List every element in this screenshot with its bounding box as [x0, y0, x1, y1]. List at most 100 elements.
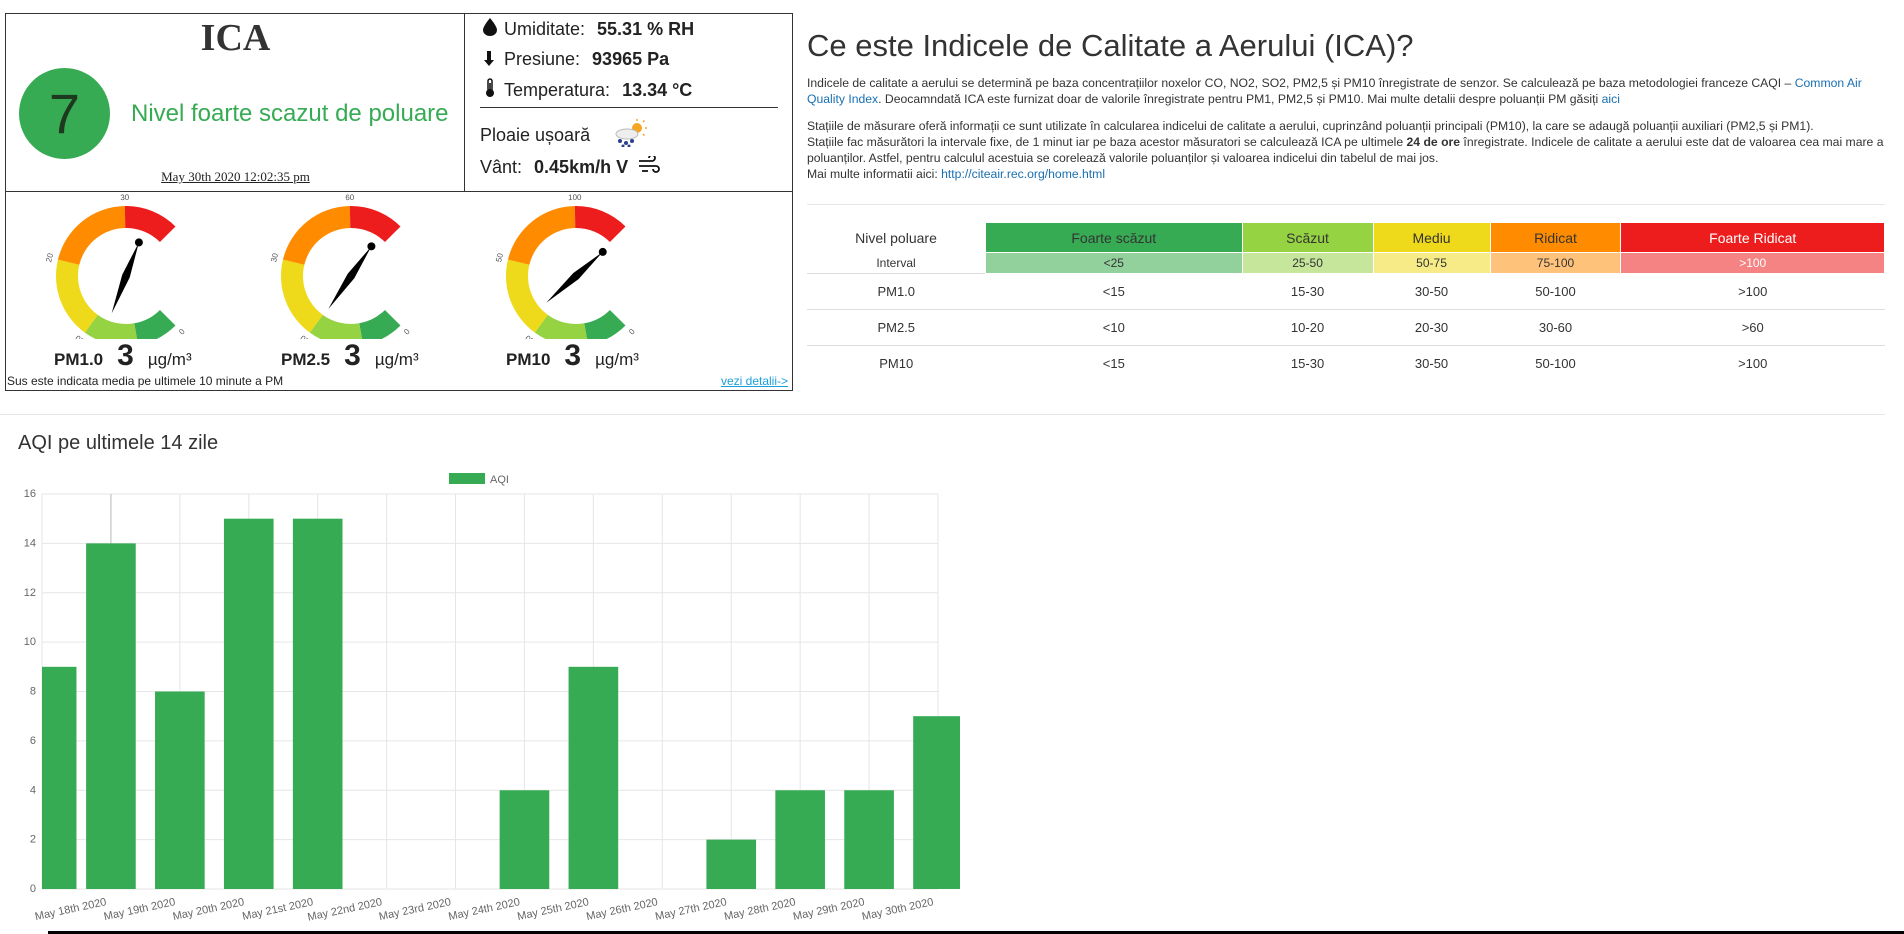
y-tick-label: 6 [30, 735, 36, 747]
info-paragraph-2: Stațiile de măsurare oferă informații ce… [807, 118, 1885, 182]
x-tick-label: May 26th 2020 [585, 896, 659, 923]
ica-level-text: Nivel foarte scazut de poluare [131, 100, 449, 127]
info-text: . Deocamndată ICA este furnizat doar de … [878, 92, 1602, 106]
temperature-value: 13.34 °C [622, 80, 693, 100]
wind-value: 0.45km/h V [534, 157, 629, 177]
gauge-band [574, 206, 626, 243]
table-cell: <15 [985, 273, 1243, 310]
table-cell: 50-100 [1490, 273, 1621, 310]
gauge-band [55, 259, 98, 333]
gauge-value: 3 [344, 339, 361, 372]
x-tick-label: May 21st 2020 [241, 896, 314, 923]
citeair-link[interactable]: http://citeair.rec.org/home.html [941, 167, 1105, 181]
interval-cell: >100 [1620, 252, 1885, 274]
x-tick-label: May 22nd 2020 [307, 896, 384, 924]
legend-swatch[interactable] [449, 473, 485, 484]
chart-bar[interactable] [42, 666, 77, 889]
y-tick-label: 10 [24, 636, 36, 648]
y-tick-label: 14 [24, 537, 36, 549]
widget-note: Sus este indicata media pe ultimele 10 m… [7, 374, 284, 388]
table-cell: <15 [985, 345, 1243, 381]
section-divider [0, 414, 1885, 415]
info-title: Ce este Indicele de Calitate a Aerului (… [807, 28, 1414, 63]
y-tick-label: 8 [30, 686, 36, 698]
table-row: PM1.0 <15 15-30 30-50 50-100 >100 [807, 273, 1885, 310]
gauge-label-pm1: PM1.0 3 µg/m³ [54, 339, 192, 373]
table-cell: PM2.5 [807, 309, 986, 346]
chart-bar[interactable] [223, 518, 274, 889]
weather-panel: Umiditate: 55.31 % RH Presiune: 93965 Pa… [465, 14, 792, 192]
x-tick-label: May 30th 2020 [861, 896, 935, 923]
table-cell: >100 [1620, 273, 1885, 310]
level-header-cell: Foarte scăzut [985, 222, 1243, 253]
gauge-tick-label: 100 [568, 194, 582, 202]
table-row-header: Nivel poluare [855, 229, 937, 246]
chart-bar[interactable] [913, 716, 960, 889]
gauge-tick-label: 0 [401, 327, 411, 337]
table-row: Interval <25 25-50 50-75 75-100 >100 [807, 252, 1885, 274]
table-cell: 15-30 [1242, 345, 1374, 381]
table-row: PM2.5 <10 10-20 20-30 30-60 >60 [807, 309, 1885, 346]
table-row: Nivel poluare Foarte scăzut Scăzut Mediu… [807, 222, 1885, 253]
gauge-pollutant-name: PM2.5 [281, 350, 331, 369]
chart-bar[interactable] [155, 691, 205, 890]
gauge-needle-hub [367, 242, 376, 251]
pressure-row: Presiune: 93965 Pa [480, 48, 669, 71]
rain-sun-icon [612, 119, 648, 152]
info-paragraph-1: Indicele de calitate a aerului se determ… [807, 75, 1885, 107]
divider [807, 204, 1885, 205]
gauge-tick-label: 0 [626, 327, 636, 337]
table-cell: >60 [1620, 309, 1885, 346]
table-row: PM10 <15 15-30 30-50 50-100 >100 [807, 345, 1885, 381]
gauge-value: 3 [564, 339, 582, 372]
gauge-tick-label: 20 [44, 252, 55, 263]
gauge-band [282, 206, 351, 265]
info-text: Stațiile fac măsurători la intervale fix… [807, 135, 1407, 149]
pm-details-link[interactable]: aici [1602, 92, 1620, 106]
gauge-band [506, 259, 548, 333]
level-header-cell: Mediu [1372, 222, 1491, 253]
x-tick-label: May 23rd 2020 [378, 896, 452, 923]
gauge-value: 3 [117, 339, 134, 372]
info-text: Mai multe informatii aici: [807, 167, 942, 181]
y-tick-label: 12 [24, 587, 36, 599]
interval-cell: 50-75 [1372, 252, 1491, 274]
gauge-tick-label: 60 [345, 194, 355, 202]
chart-bar[interactable] [844, 790, 894, 889]
ica-value-badge: 7 [19, 68, 110, 159]
chart-bar[interactable] [86, 543, 136, 889]
ica-panel: ICA 7 Nivel foarte scazut de poluare May… [6, 14, 465, 192]
details-link[interactable]: vezi detalii-> [721, 374, 788, 388]
wind-row: Vânt: 0.45km/h V [480, 154, 660, 179]
chart-section-title: AQI pe ultimele 14 zile [18, 432, 219, 454]
weather-condition-row: Ploaie ușoară [480, 119, 648, 152]
x-tick-label: May 28th 2020 [723, 896, 797, 923]
gauge-tick-label: 50 [494, 252, 505, 263]
gauge-band [359, 309, 401, 345]
x-tick-label: May 25th 2020 [516, 896, 590, 923]
gauge-needle [546, 251, 603, 303]
chart-bar[interactable] [775, 790, 825, 889]
chart-bar[interactable] [568, 666, 619, 889]
chart-bar[interactable] [499, 790, 550, 889]
y-tick-label: 2 [30, 834, 36, 846]
legend-label[interactable]: AQI [490, 474, 509, 486]
wind-label: Vânt: [480, 157, 523, 177]
info-text: Indicele de calitate a aerului se determ… [807, 76, 1795, 90]
chart-bar[interactable] [292, 518, 343, 889]
chart-bar[interactable] [706, 839, 757, 889]
interval-cell: 75-100 [1489, 252, 1622, 274]
gauge-needle-hub [598, 247, 607, 256]
gauge-needle [328, 246, 372, 309]
gauge-label-pm25: PM2.5 3 µg/m³ [281, 339, 419, 373]
table-cell: Interval [876, 255, 916, 270]
y-tick-label: 4 [30, 784, 36, 796]
gauge-label-pm10: PM10 3 µg/m³ [506, 339, 639, 373]
pressure-value: 93965 Pa [592, 49, 670, 69]
gauge-pollutant-name: PM10 [506, 350, 551, 369]
weather-divider [480, 107, 778, 108]
x-tick-label: May 24th 2020 [447, 896, 521, 923]
aqi-reference-table: Nivel poluare Foarte scăzut Scăzut Mediu… [807, 222, 1885, 381]
x-tick-label: May 29th 2020 [792, 896, 866, 923]
x-tick-label: May 20th 2020 [172, 896, 246, 923]
